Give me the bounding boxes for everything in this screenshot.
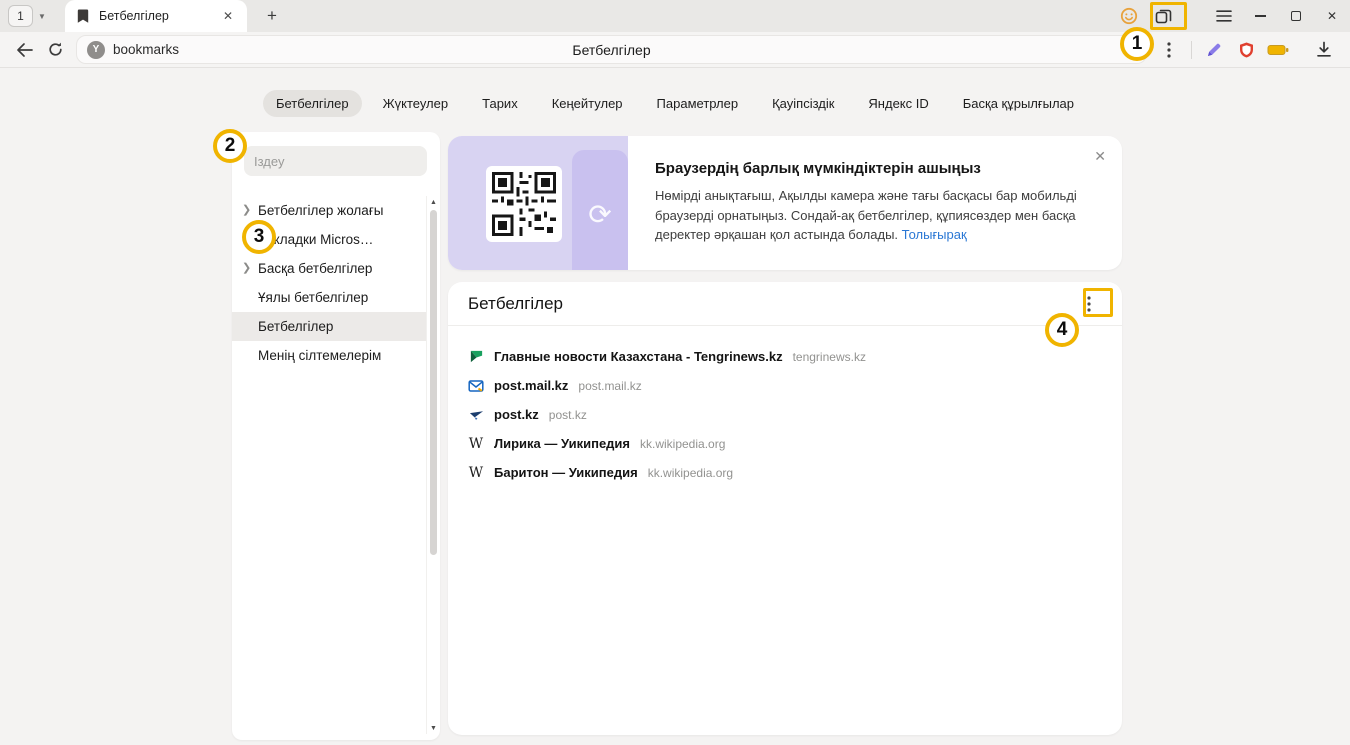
bookmark-url: post.kz <box>549 408 587 422</box>
mobile-promo-banner: ⟳ Браузердің барлық мүмкіндіктерін ашыңы… <box>448 136 1122 270</box>
tab-settings[interactable]: Параметрлер <box>644 90 752 117</box>
sync-icon: ⟳ <box>572 198 628 231</box>
bookmarks-kebab-icon[interactable] <box>1076 291 1102 317</box>
protect-shield-icon[interactable] <box>1230 36 1262 64</box>
bookmark-url: kk.wikipedia.org <box>640 437 725 451</box>
download-icon[interactable] <box>1308 36 1340 64</box>
bookmark-title: Баритон — Уикипедия <box>494 465 638 480</box>
smiley-rewards-icon[interactable] <box>1112 2 1146 30</box>
settings-nav-tabs: Бетбелгілер Жүктеулер Тарих Кеңейтулер П… <box>0 90 1350 117</box>
bookmark-row[interactable]: W Лирика — Уикипедия kk.wikipedia.org <box>468 429 1102 458</box>
bookmark-title: post.mail.kz <box>494 378 568 393</box>
url-text: bookmarks <box>113 42 179 57</box>
bookmarks-panel: Бетбелгілер Главные новости Казахстана -… <box>448 282 1122 735</box>
bookmark-title: Главные новости Казахстана - Tengrinews.… <box>494 349 783 364</box>
bookmark-row[interactable]: W Баритон — Уикипедия kk.wikipedia.org <box>468 458 1102 487</box>
tab-counter-button[interactable]: 1 <box>8 5 33 27</box>
annotation-circle-2: 2 <box>213 129 247 163</box>
chevron-right-icon[interactable]: ❯ <box>242 203 251 216</box>
sidebar-item-label: Бетбелгілер жолағы <box>258 203 383 218</box>
annotation-label: 4 <box>1057 319 1068 341</box>
promo-more-link[interactable]: Толығырақ <box>902 227 967 242</box>
bookmarks-panel-title: Бетбелгілер <box>468 294 563 314</box>
sidebar-item-label: Басқа бетбелгілер <box>258 261 372 276</box>
bookmark-url: kk.wikipedia.org <box>648 466 733 480</box>
tab-title: Бетбелгілер <box>99 9 211 23</box>
sidebar-scrollbar[interactable]: ▲ ▼ <box>426 196 439 734</box>
bookmark-title: post.kz <box>494 407 539 422</box>
new-tab-button[interactable]: + <box>259 3 285 29</box>
battery-icon[interactable] <box>1262 36 1294 64</box>
sidebar-item-bookmarks[interactable]: Бетбелгілер <box>232 312 426 341</box>
qr-code <box>486 166 562 242</box>
sidebar-item-label: Ұялы бетбелгілер <box>258 290 368 305</box>
tab-yandex-id[interactable]: Яндекс ID <box>855 90 941 117</box>
browser-window: 1 ▼ Бетбелгілер ✕ + ✕ <box>0 0 1350 745</box>
phone-illustration: ⟳ <box>572 150 628 270</box>
tab-bookmarks[interactable]: Бетбелгілер <box>263 90 362 117</box>
back-icon[interactable] <box>10 36 40 64</box>
scroll-down-icon[interactable]: ▼ <box>427 722 440 734</box>
sidebar-item-label: Бетбелгілер <box>258 319 333 334</box>
browser-tab[interactable]: Бетбелгілер ✕ <box>65 0 247 32</box>
tab-counter-value: 1 <box>17 9 24 23</box>
promo-illustration: ⟳ <box>448 136 628 270</box>
pen-edit-icon[interactable] <box>1198 36 1230 64</box>
bookmark-title: Лирика — Уикипедия <box>494 436 630 451</box>
tengrinews-favicon <box>468 349 484 365</box>
wikipedia-favicon: W <box>468 465 484 481</box>
promo-title: Браузердің барлық мүмкіндіктерін ашыңыз <box>655 160 1103 177</box>
sidebar-item-other-bookmarks[interactable]: ❯ Басқа бетбелгілер <box>232 254 426 283</box>
bookmark-favicon-icon <box>75 8 91 24</box>
tab-other-devices[interactable]: Басқа құрылғылар <box>950 90 1087 117</box>
tab-strip: 1 ▼ Бетбелгілер ✕ + ✕ <box>0 0 1350 32</box>
chevron-down-icon[interactable]: ▼ <box>35 12 49 21</box>
promo-text-block: Браузердің барлық мүмкіндіктерін ашыңыз … <box>655 160 1103 245</box>
sidebar-item-label: Менің сілтемелерім <box>258 348 381 363</box>
postkz-favicon <box>468 407 484 423</box>
address-bar[interactable]: Y bookmarks Бетбелгілер <box>76 35 1147 64</box>
side-panels-icon[interactable] <box>1146 2 1180 30</box>
promo-close-icon[interactable]: ✕ <box>1094 148 1106 165</box>
scrollbar-thumb[interactable] <box>430 210 437 555</box>
promo-body: Нөмірді анықтағыш, Ақылды камера және та… <box>655 188 1077 242</box>
annotation-circle-3: 3 <box>242 220 276 254</box>
window-close-button[interactable]: ✕ <box>1314 2 1350 30</box>
annotation-label: 2 <box>225 135 236 157</box>
bookmark-row[interactable]: post.kz post.kz <box>468 400 1102 429</box>
toolbar-kebab-icon[interactable] <box>1153 36 1185 64</box>
bookmark-url: tengrinews.kz <box>793 350 866 364</box>
annotation-label: 1 <box>1132 33 1143 55</box>
address-bar-page-title: Бетбелгілер <box>77 42 1146 58</box>
site-badge-icon[interactable]: Y <box>87 41 105 59</box>
bookmarks-list: Главные новости Казахстана - Tengrinews.… <box>448 326 1122 487</box>
bookmarks-panel-header: Бетбелгілер <box>448 282 1122 326</box>
tab-history[interactable]: Тарих <box>469 90 531 117</box>
toolbar-divider <box>1191 41 1192 59</box>
window-maximize-button[interactable] <box>1278 2 1314 30</box>
window-minimize-button[interactable] <box>1242 2 1278 30</box>
annotation-label: 3 <box>254 226 265 248</box>
wikipedia-favicon: W <box>468 436 484 452</box>
sidebar-item-mobile-bookmarks[interactable]: Ұялы бетбелгілер <box>232 283 426 312</box>
tab-extensions[interactable]: Кеңейтулер <box>539 90 636 117</box>
bookmark-row[interactable]: post.mail.kz post.mail.kz <box>468 371 1102 400</box>
scroll-up-icon[interactable]: ▲ <box>427 196 440 208</box>
mail-favicon <box>468 378 484 394</box>
chevron-right-icon[interactable]: ❯ <box>242 261 251 274</box>
tabbar-right-controls: ✕ <box>1112 2 1350 30</box>
bookmark-url: post.mail.kz <box>578 379 641 393</box>
refresh-icon[interactable] <box>40 36 70 64</box>
menu-hamburger-icon[interactable] <box>1206 2 1242 30</box>
sidebar-item-my-links[interactable]: Менің сілтемелерім <box>232 341 426 370</box>
tab-security[interactable]: Қауіпсіздік <box>759 90 847 117</box>
bookmark-row[interactable]: Главные новости Казахстана - Tengrinews.… <box>468 342 1102 371</box>
search-input[interactable] <box>244 146 427 176</box>
tab-downloads[interactable]: Жүктеулер <box>370 90 462 117</box>
annotation-circle-4: 4 <box>1045 313 1079 347</box>
annotation-circle-1: 1 <box>1120 27 1154 61</box>
tab-close-icon[interactable]: ✕ <box>219 7 237 25</box>
